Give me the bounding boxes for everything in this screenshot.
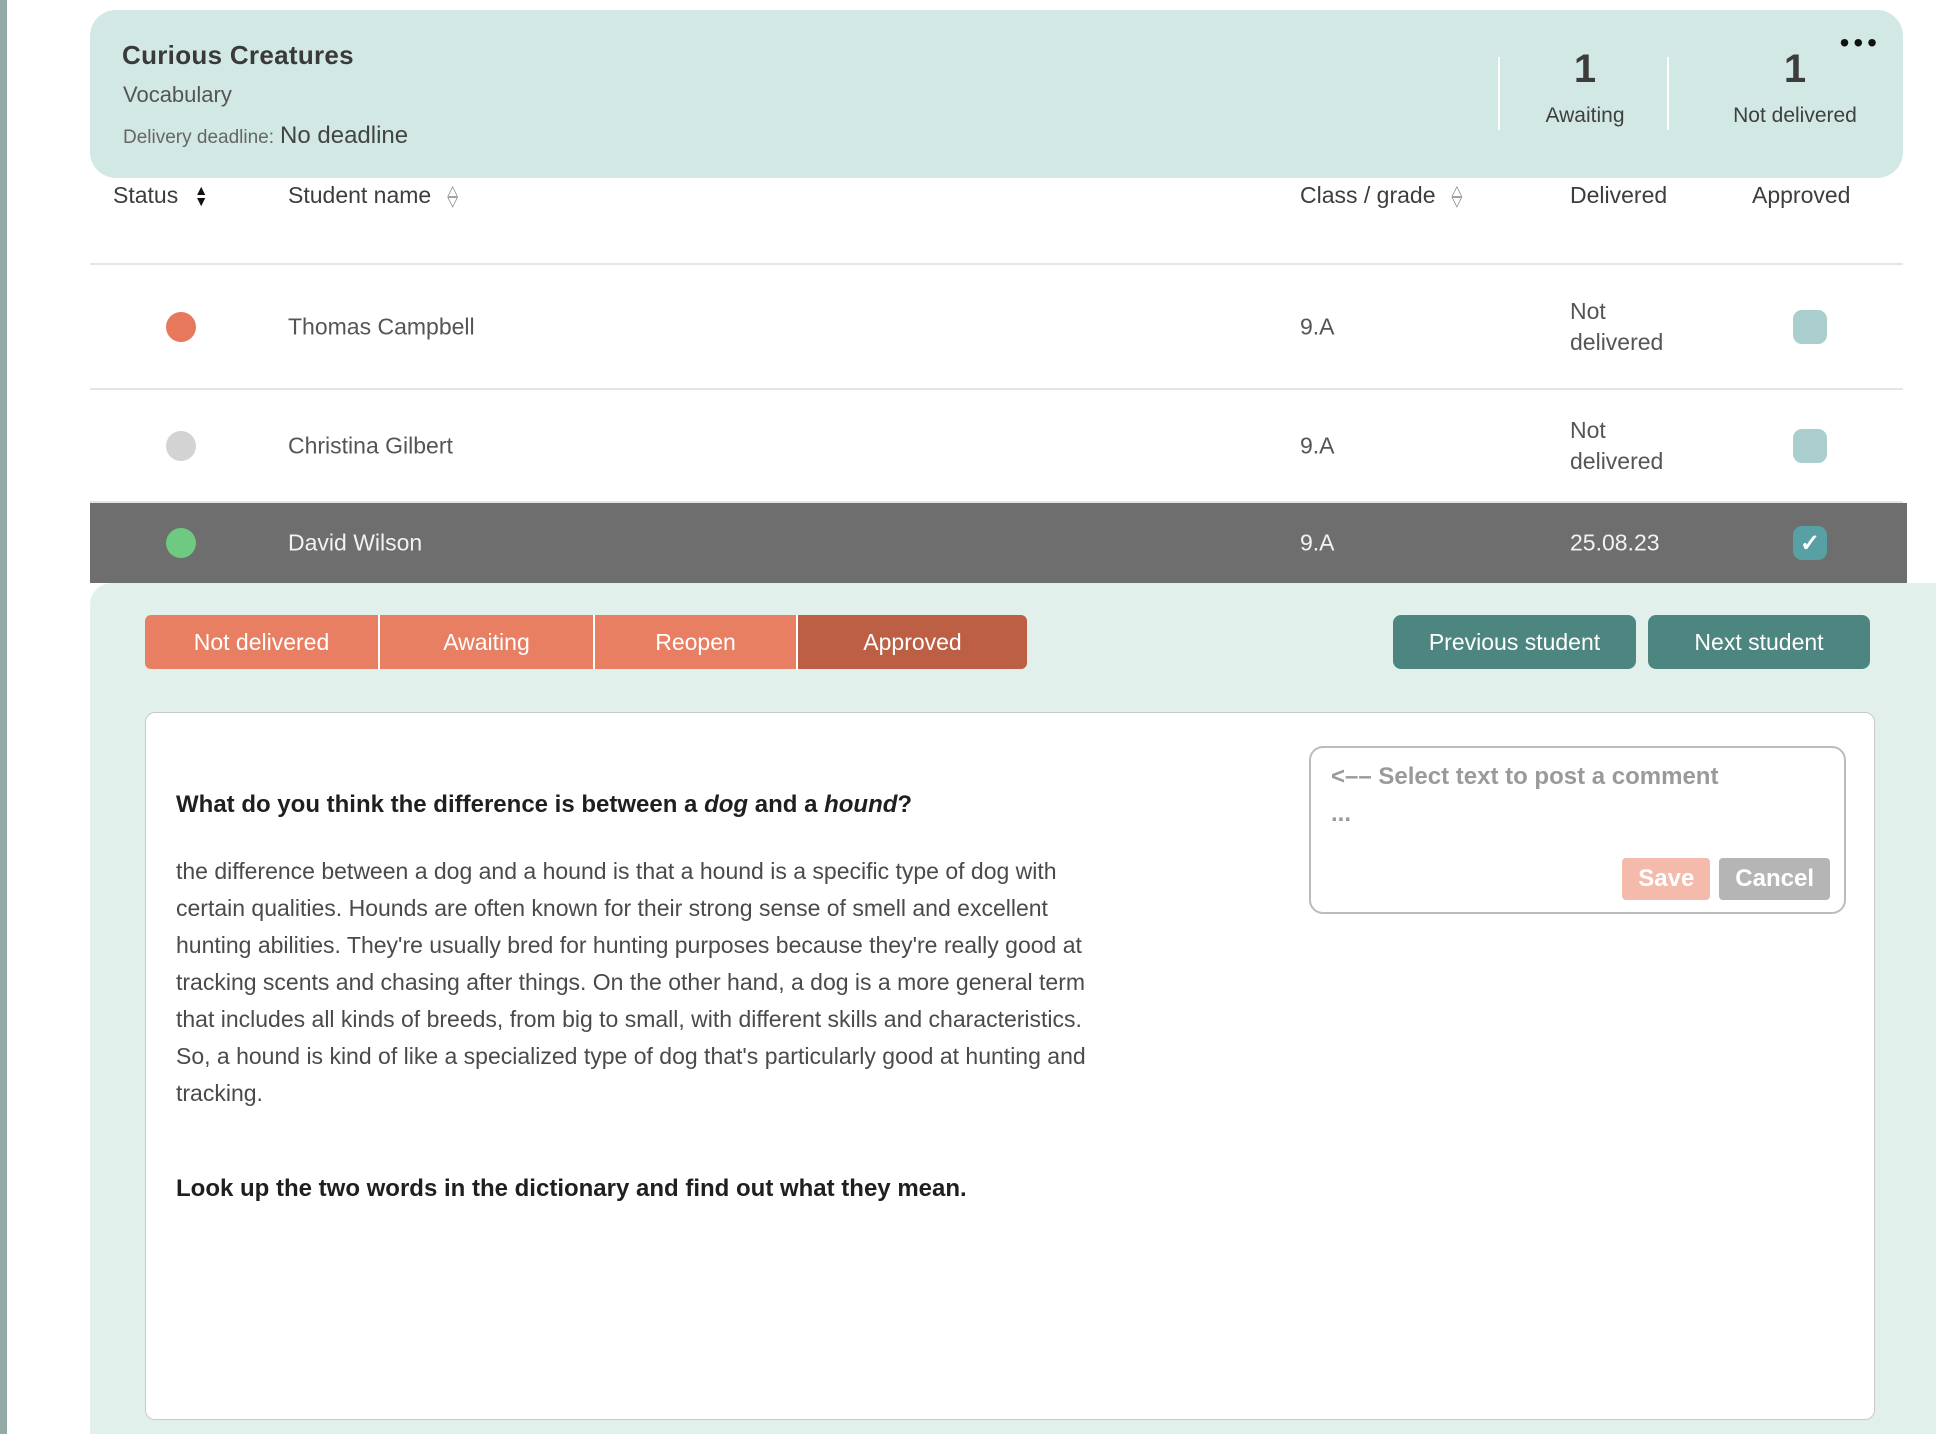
column-header-class-grade: Class / grade △▽ bbox=[1300, 182, 1462, 209]
column-header-student-name: Student name △▽ bbox=[288, 182, 458, 209]
awaiting-button[interactable]: Awaiting bbox=[380, 615, 595, 669]
assignment-instruction: Look up the two words in the dictionary … bbox=[176, 1175, 967, 1203]
sort-icon-class-grade[interactable]: △▽ bbox=[1452, 185, 1463, 207]
previous-student-button[interactable]: Previous student bbox=[1393, 615, 1636, 669]
save-button[interactable]: Save bbox=[1622, 858, 1710, 900]
not-delivered-button[interactable]: Not delivered bbox=[145, 615, 380, 669]
class-grade: 9.A bbox=[1300, 432, 1335, 459]
stat-awaiting-label: Awaiting bbox=[1475, 104, 1695, 128]
column-header-status: Status ▲▼ bbox=[113, 182, 208, 209]
assignment-subtitle: Vocabulary bbox=[123, 82, 232, 108]
student-name: Thomas Campbell bbox=[288, 313, 475, 340]
class-grade: 9.A bbox=[1300, 530, 1335, 557]
check-icon: ✓ bbox=[1800, 529, 1820, 558]
approved-button-active[interactable]: Approved bbox=[798, 615, 1027, 669]
stat-not-delivered: 1 Not delivered bbox=[1685, 46, 1905, 128]
status-dot-none bbox=[166, 431, 196, 461]
stat-awaiting-count: 1 bbox=[1475, 46, 1695, 92]
stat-divider bbox=[1667, 57, 1669, 130]
column-header-delivered: Delivered bbox=[1570, 182, 1667, 209]
column-header-class-label: Class / grade bbox=[1300, 182, 1436, 209]
deadline-row: Delivery deadline: No deadline bbox=[123, 122, 408, 150]
delivered-status: Not delivered bbox=[1570, 415, 1700, 477]
approved-checkbox-checked[interactable]: ✓ bbox=[1793, 526, 1827, 560]
overflow-menu-icon[interactable]: ••• bbox=[1840, 28, 1881, 58]
column-header-name-label: Student name bbox=[288, 182, 431, 209]
cancel-button[interactable]: Cancel bbox=[1719, 858, 1830, 900]
student-name: Christina Gilbert bbox=[288, 432, 453, 459]
delivered-date: 25.08.23 bbox=[1570, 528, 1700, 559]
comment-box: <–– Select text to post a comment ... Sa… bbox=[1309, 746, 1846, 914]
deadline-value: No deadline bbox=[280, 122, 408, 149]
answer-card: What do you think the difference is betw… bbox=[145, 712, 1875, 1420]
table-row[interactable]: Christina Gilbert 9.A Not delivered bbox=[90, 390, 1907, 501]
question-word-hound: hound bbox=[824, 791, 897, 818]
assignment-question: What do you think the difference is betw… bbox=[176, 791, 1196, 819]
student-name: David Wilson bbox=[288, 530, 422, 557]
comment-actions: Save Cancel bbox=[1622, 858, 1830, 900]
table-row[interactable]: Thomas Campbell 9.A Not delivered bbox=[90, 265, 1907, 388]
comment-hint-ellipsis: ... bbox=[1331, 800, 1351, 828]
sort-icon-student-name[interactable]: △▽ bbox=[447, 185, 458, 207]
stat-awaiting: 1 Awaiting bbox=[1475, 46, 1695, 128]
status-button-group: Not delivered Awaiting Reopen Approved bbox=[145, 615, 1027, 669]
column-header-status-label: Status bbox=[113, 182, 178, 209]
status-dot-approved bbox=[166, 528, 196, 558]
table-row-selected[interactable]: David Wilson 9.A 25.08.23 ✓ bbox=[90, 503, 1907, 583]
student-answer-text[interactable]: the difference between a dog and a hound… bbox=[176, 853, 1088, 1112]
class-grade: 9.A bbox=[1300, 313, 1335, 340]
assignment-header-card: Curious Creatures Vocabulary Delivery de… bbox=[90, 10, 1903, 178]
column-header-approved: Approved bbox=[1752, 182, 1850, 209]
sort-icon-status[interactable]: ▲▼ bbox=[194, 185, 208, 207]
comment-hint: <–– Select text to post a comment bbox=[1331, 760, 1821, 794]
column-header-approved-label: Approved bbox=[1752, 182, 1850, 209]
stat-not-delivered-label: Not delivered bbox=[1685, 104, 1905, 128]
delivered-status: Not delivered bbox=[1570, 296, 1700, 358]
assignment-title: Curious Creatures bbox=[122, 40, 354, 71]
question-word-dog: dog bbox=[704, 791, 748, 818]
next-student-button[interactable]: Next student bbox=[1648, 615, 1870, 669]
assignment-screen: Curious Creatures Vocabulary Delivery de… bbox=[0, 0, 1936, 1434]
column-header-delivered-label: Delivered bbox=[1570, 182, 1667, 209]
reopen-button[interactable]: Reopen bbox=[595, 615, 798, 669]
deadline-label: Delivery deadline: bbox=[123, 127, 274, 148]
approved-checkbox[interactable] bbox=[1793, 310, 1827, 344]
left-rail bbox=[0, 0, 7, 1434]
status-dot-not-delivered bbox=[166, 312, 196, 342]
approved-checkbox[interactable] bbox=[1793, 429, 1827, 463]
